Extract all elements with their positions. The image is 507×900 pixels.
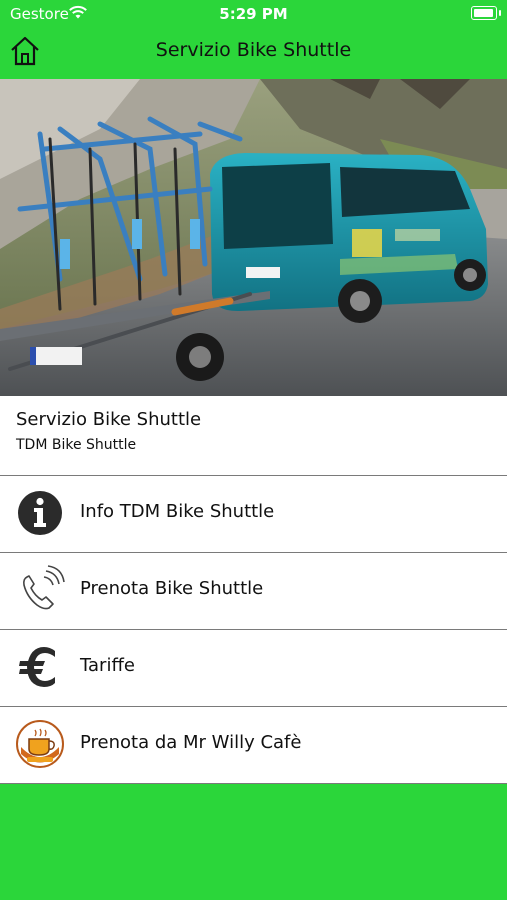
menu-item-label: Prenota da Mr Willy Cafè (80, 732, 302, 753)
menu-item-label: Prenota Bike Shuttle (80, 578, 264, 599)
status-bar: Gestore 5:29 PM (0, 0, 507, 28)
service-title: Servizio Bike Shuttle (16, 409, 202, 430)
battery-icon (471, 6, 501, 20)
clock: 5:29 PM (219, 5, 288, 23)
euro-icon (19, 647, 55, 687)
menu-item-info[interactable]: Info TDM Bike Shuttle (0, 476, 507, 553)
menu-item-label: Tariffe (80, 655, 135, 676)
menu-item-book-shuttle[interactable]: Prenota Bike Shuttle (0, 553, 507, 630)
menu-item-label: Info TDM Bike Shuttle (80, 501, 275, 522)
menu-item-rates[interactable]: Tariffe (0, 630, 507, 707)
service-header: Servizio Bike Shuttle TDM Bike Shuttle (0, 396, 507, 476)
service-subtitle: TDM Bike Shuttle (16, 437, 137, 453)
nav-bar: Servizio Bike Shuttle (0, 28, 507, 78)
info-icon (18, 491, 62, 535)
hero-image (0, 79, 507, 396)
menu-item-book-cafe[interactable]: Prenota da Mr Willy Cafè (0, 707, 507, 784)
home-icon[interactable] (8, 34, 42, 68)
page-title: Servizio Bike Shuttle (155, 39, 352, 61)
phone-icon (23, 565, 65, 610)
footer-area (0, 784, 507, 900)
cafe-logo-icon (16, 720, 64, 768)
